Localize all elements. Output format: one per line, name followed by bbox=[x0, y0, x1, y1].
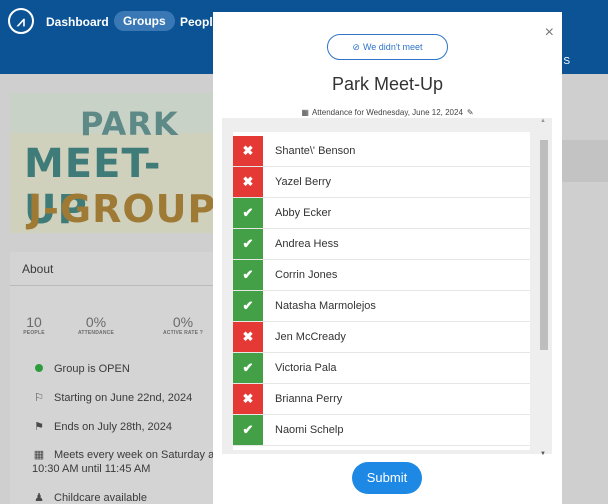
modal-title: Park Meet-Up bbox=[331, 74, 444, 94]
status-dot-icon bbox=[35, 364, 43, 372]
absent-x-icon[interactable]: ✖ bbox=[233, 136, 263, 166]
app-logo-icon[interactable]: ⩘ bbox=[8, 8, 34, 34]
present-check-icon[interactable]: ✔ bbox=[233, 229, 263, 259]
member-row: ✔ Corrin Jones bbox=[233, 260, 530, 291]
close-icon[interactable]: × bbox=[545, 24, 554, 42]
calendar-icon: ▦ bbox=[33, 449, 45, 461]
member-name: Jen McCready bbox=[275, 331, 346, 343]
info-schedule: ▦ Meets every week on Saturday at 10:30 A… bbox=[32, 449, 218, 475]
member-list-container: ▲ ✖ Shante\' Benson ✖ Yazel Berry ✔ Abby Ecke… bbox=[222, 118, 552, 457]
stat-people: 10 PEOPLE bbox=[10, 314, 58, 336]
banner-line-1: PARK bbox=[80, 105, 179, 143]
about-panel: About 10 PEOPLE 0% ATTENDANCE 0% ACTIVE … bbox=[10, 252, 220, 504]
member-name: Corrin Jones bbox=[275, 269, 338, 281]
finish-flag-icon: ⚑ bbox=[34, 421, 44, 433]
present-check-icon[interactable]: ✔ bbox=[233, 198, 263, 228]
background-panel-strip bbox=[555, 140, 608, 182]
member-row: ✔ Abby Ecker bbox=[233, 198, 530, 229]
stat-active-rate-label: ACTIVE RATE ? bbox=[162, 330, 204, 336]
info-end-date: ⚑ Ends on July 28th, 2024 bbox=[32, 420, 172, 434]
member-list: ✖ Shante\' Benson ✖ Yazel Berry ✔ Abby Ecker ✔… bbox=[233, 132, 530, 450]
stat-active-rate-value: 0% bbox=[172, 314, 194, 330]
we-didnt-meet-button[interactable]: ⊘ We didn't meet bbox=[327, 34, 448, 60]
member-name: Abby Ecker bbox=[275, 207, 332, 219]
member-name: Andrea Hess bbox=[275, 238, 339, 250]
info-start-date: ⚐ Starting on June 22nd, 2024 bbox=[32, 391, 192, 405]
stat-attendance: 0% ATTENDANCE bbox=[66, 314, 126, 336]
scrollbar[interactable] bbox=[540, 132, 548, 450]
member-name: Victoria Pala bbox=[275, 362, 337, 374]
calendar-icon: ▦ bbox=[301, 108, 309, 117]
nav-dashboard[interactable]: Dashboard bbox=[46, 15, 109, 29]
present-check-icon[interactable]: ✔ bbox=[233, 291, 263, 321]
member-row: ✖ Shante\' Benson bbox=[233, 136, 530, 167]
member-row: ✔ Andrea Hess bbox=[233, 229, 530, 260]
stat-people-value: 10 bbox=[26, 314, 42, 330]
member-row: ✔ Victoria Pala bbox=[233, 353, 530, 384]
info-group-open: Group is OPEN bbox=[32, 362, 130, 376]
banner-line-3: J-GROUP bbox=[28, 187, 217, 231]
ban-icon: ⊘ bbox=[352, 42, 360, 52]
scroll-up-arrow-icon[interactable]: ▲ bbox=[540, 118, 546, 124]
about-heading: About bbox=[10, 252, 220, 286]
submit-button[interactable]: Submit bbox=[352, 462, 422, 494]
member-name: Naomi Schelp bbox=[275, 424, 344, 436]
absent-x-icon[interactable]: ✖ bbox=[233, 384, 263, 414]
member-row: ✔ Naomi Schelp bbox=[233, 415, 530, 446]
group-banner-image: PARK MEET-UP J-GROUP bbox=[10, 93, 220, 233]
help-icon[interactable]: ? bbox=[200, 330, 203, 336]
member-row: ✖ Brianna Perry bbox=[233, 384, 530, 415]
member-name: Natasha Marmolejos bbox=[275, 300, 376, 312]
stat-attendance-label: ATTENDANCE bbox=[77, 330, 115, 336]
member-row: ✖ Yazel Berry bbox=[233, 167, 530, 198]
edit-pencil-icon[interactable]: ✎ bbox=[467, 108, 474, 117]
member-name: Brianna Perry bbox=[275, 393, 343, 405]
flag-icon: ⚐ bbox=[34, 392, 44, 404]
present-check-icon[interactable]: ✔ bbox=[233, 353, 263, 383]
nav-right-fragment: S bbox=[563, 56, 570, 67]
childcare-icon: ♟ bbox=[34, 492, 44, 504]
scrollbar-thumb[interactable] bbox=[540, 140, 548, 350]
scroll-down-arrow-icon[interactable]: ▼ bbox=[540, 451, 546, 457]
stat-people-label: PEOPLE bbox=[23, 330, 45, 336]
attendance-modal: × ⊘ We didn't meet Park Meet-Up ▦ Attendan… bbox=[213, 12, 562, 504]
info-childcare: ♟ Childcare available bbox=[32, 491, 147, 504]
present-check-icon[interactable]: ✔ bbox=[233, 415, 263, 445]
absent-x-icon[interactable]: ✖ bbox=[233, 167, 263, 197]
member-row: ✖ Jen McCready bbox=[233, 322, 530, 353]
present-check-icon[interactable]: ✔ bbox=[233, 260, 263, 290]
nav-groups[interactable]: Groups bbox=[114, 11, 175, 31]
stat-attendance-value: 0% bbox=[85, 314, 107, 330]
member-name: Yazel Berry bbox=[275, 176, 332, 188]
member-name: Shante\' Benson bbox=[275, 145, 356, 157]
attendance-date-line: ▦ Attendance for Wednesday, June 12, 2024… bbox=[301, 108, 474, 117]
absent-x-icon[interactable]: ✖ bbox=[233, 322, 263, 352]
member-row: ✔ Natasha Marmolejos bbox=[233, 291, 530, 322]
stat-active-rate: 0% ACTIVE RATE ? bbox=[150, 314, 216, 336]
